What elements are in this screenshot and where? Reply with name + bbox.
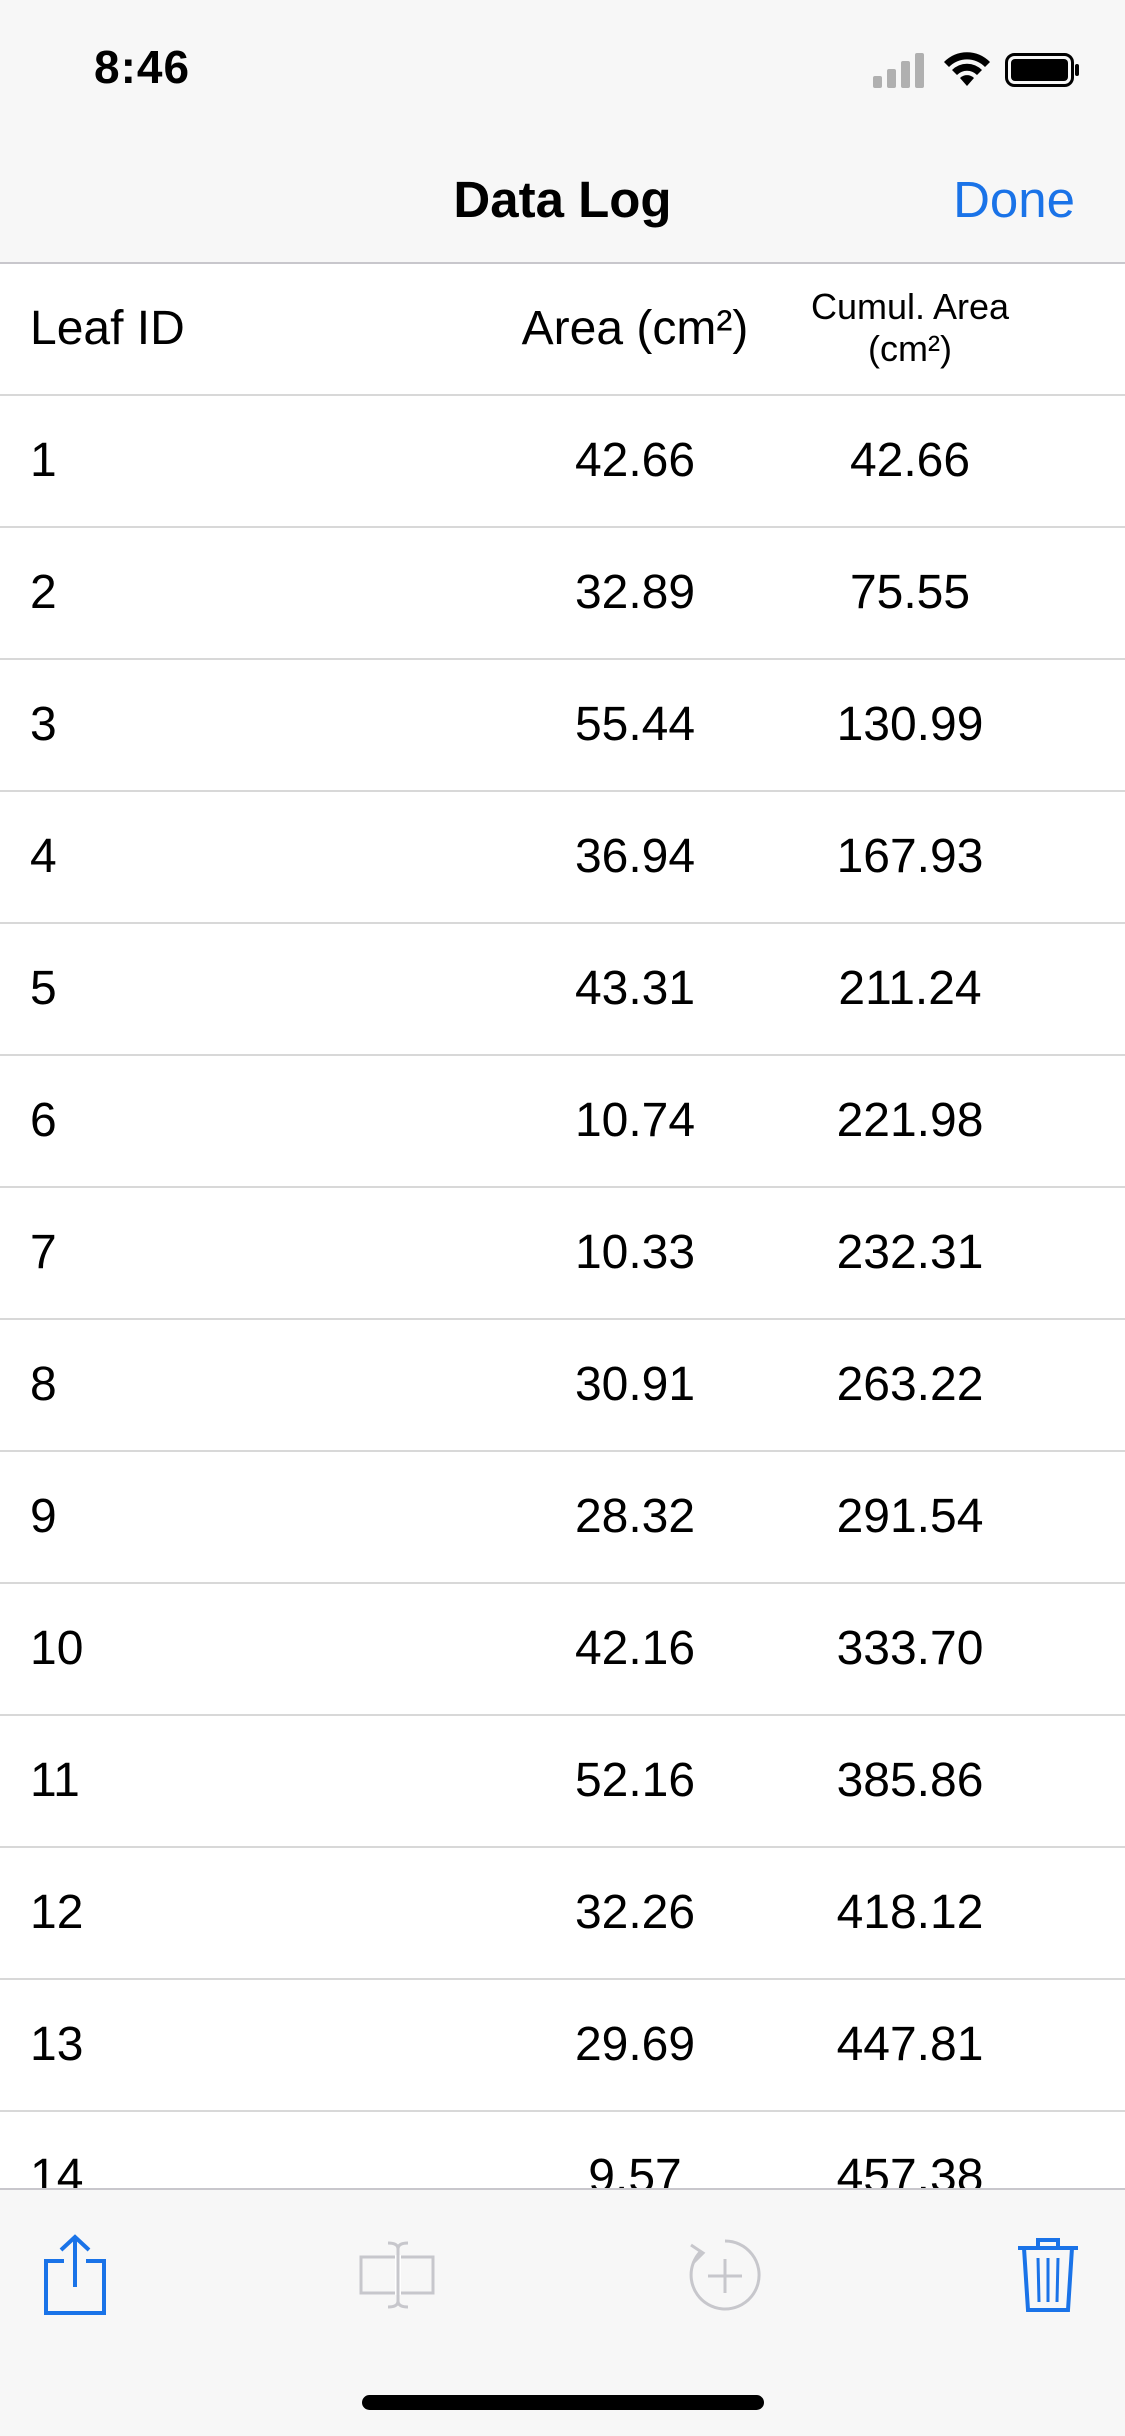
- screen: 8:46 Data Log Done Leaf ID Area (cm²) Cu…: [0, 0, 1125, 2436]
- cumul-area-cell: 221.98: [836, 1094, 984, 1147]
- area-cell: 28.32: [574, 1490, 696, 1543]
- data-log-table: Leaf ID Area (cm²) Cumul. Area (cm²) 1 4…: [0, 264, 1125, 2188]
- leaf-id-cell: 1: [30, 434, 57, 487]
- table-row[interactable]: 13 29.69 447.81: [0, 1980, 1125, 2112]
- table-row[interactable]: 2 32.89 75.55: [0, 528, 1125, 660]
- leaf-id-cell: 11: [30, 1754, 80, 1807]
- cumul-area-cell: 232.31: [836, 1226, 984, 1279]
- area-cell: 52.16: [574, 1754, 696, 1807]
- signal-icon: [873, 53, 924, 88]
- leaf-id-cell: 6: [30, 1094, 57, 1147]
- table-row[interactable]: 12 32.26 418.12: [0, 1848, 1125, 1980]
- area-cell: 36.94: [574, 830, 696, 883]
- status-time: 8:46: [94, 41, 191, 93]
- cumul-area-cell: 333.70: [836, 1622, 984, 1675]
- table-row[interactable]: 4 36.94 167.93: [0, 792, 1125, 924]
- cumul-area-cell: 75.55: [849, 566, 971, 619]
- status-bar: 8:46: [0, 0, 1125, 132]
- column-header-cumul-area: Cumul. Area (cm²): [810, 286, 1010, 369]
- area-cell: 9.57: [588, 2150, 682, 2188]
- cumul-area-cell: 418.12: [836, 1886, 984, 1939]
- leaf-id-cell: 5: [30, 962, 57, 1015]
- nav-bar: Data Log Done: [0, 132, 1125, 264]
- area-cell: 10.74: [574, 1094, 696, 1147]
- leaf-id-cell: 12: [30, 1886, 84, 1939]
- table-row[interactable]: 11 52.16 385.86: [0, 1716, 1125, 1848]
- table-row[interactable]: 5 43.31 211.24: [0, 924, 1125, 1056]
- rename-button[interactable]: [352, 2230, 442, 2320]
- area-cell: 30.91: [574, 1358, 696, 1411]
- area-cell: 42.66: [574, 434, 696, 487]
- cumul-area-cell: 457.38: [836, 2150, 984, 2188]
- table-row[interactable]: 1 42.66 42.66: [0, 396, 1125, 528]
- leaf-id-cell: 4: [30, 830, 57, 883]
- leaf-id-cell: 7: [30, 1226, 57, 1279]
- leaf-id-cell: 14: [30, 2150, 84, 2188]
- area-cell: 32.89: [574, 566, 696, 619]
- done-button[interactable]: Done: [953, 170, 1075, 229]
- table-row[interactable]: 8 30.91 263.22: [0, 1320, 1125, 1452]
- leaf-id-cell: 8: [30, 1358, 57, 1411]
- table-row[interactable]: 14 9.57 457.38: [0, 2112, 1125, 2188]
- leaf-id-cell: 10: [30, 1622, 84, 1675]
- table-row[interactable]: 10 42.16 333.70: [0, 1584, 1125, 1716]
- table-row[interactable]: 6 10.74 221.98: [0, 1056, 1125, 1188]
- leaf-id-cell: 13: [30, 2018, 84, 2071]
- share-button[interactable]: [30, 2230, 120, 2320]
- cumul-area-cell: 385.86: [836, 1754, 984, 1807]
- table-header-row: Leaf ID Area (cm²) Cumul. Area (cm²): [0, 264, 1125, 396]
- table-row[interactable]: 7 10.33 232.31: [0, 1188, 1125, 1320]
- cumul-area-cell: 42.66: [849, 434, 971, 487]
- trash-button[interactable]: [1003, 2230, 1093, 2320]
- table-row[interactable]: 3 55.44 130.99: [0, 660, 1125, 792]
- cumul-area-cell: 130.99: [836, 698, 984, 751]
- share-icon: [44, 2234, 106, 2315]
- area-cell: 29.69: [574, 2018, 696, 2071]
- cumul-area-cell: 263.22: [836, 1358, 984, 1411]
- cumul-area-cell: 167.93: [836, 830, 984, 883]
- column-header-leaf-id: Leaf ID: [30, 302, 185, 355]
- area-cell: 42.16: [574, 1622, 696, 1675]
- table-row[interactable]: 9 28.32 291.54: [0, 1452, 1125, 1584]
- leaf-id-cell: 3: [30, 698, 57, 751]
- status-icons: [871, 50, 1081, 90]
- rename-icon: [359, 2241, 435, 2309]
- trash-icon: [1018, 2238, 1078, 2312]
- area-cell: 55.44: [574, 698, 696, 751]
- cumul-area-cell: 291.54: [836, 1490, 984, 1543]
- area-cell: 10.33: [574, 1226, 696, 1279]
- area-cell: 32.26: [574, 1886, 696, 1939]
- add-icon: [689, 2239, 761, 2311]
- area-cell: 43.31: [574, 962, 696, 1015]
- add-button[interactable]: [680, 2230, 770, 2320]
- cumul-area-cell: 447.81: [836, 2018, 984, 2071]
- column-header-area: Area (cm²): [521, 302, 749, 355]
- leaf-id-cell: 9: [30, 1490, 57, 1543]
- wifi-icon: [944, 52, 990, 86]
- leaf-id-cell: 2: [30, 566, 57, 619]
- battery-icon: [1005, 53, 1079, 87]
- home-indicator[interactable]: [362, 2395, 764, 2410]
- cumul-area-cell: 211.24: [838, 962, 982, 1015]
